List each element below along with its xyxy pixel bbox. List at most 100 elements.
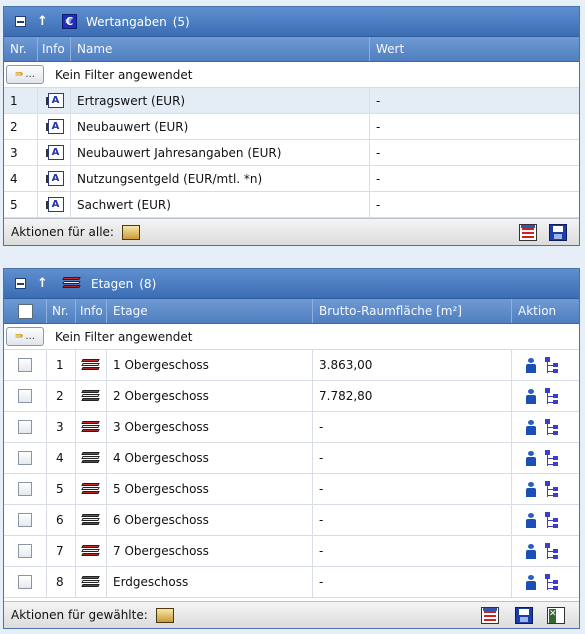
column-header-nr[interactable]: Nr. <box>4 37 38 61</box>
hierarchy-tree-icon[interactable] <box>544 419 560 435</box>
cell-select <box>4 412 47 442</box>
row-checkbox[interactable] <box>18 358 32 372</box>
floors-stack-icon[interactable] <box>81 544 101 558</box>
save-icon[interactable] <box>549 224 567 241</box>
bulk-action-icon[interactable] <box>121 224 140 240</box>
column-header-name[interactable]: Name <box>71 37 370 61</box>
grid-report-icon[interactable] <box>519 224 537 241</box>
panel-header: ↑ Etagen (8) <box>4 269 579 299</box>
info-document-icon[interactable]: A <box>45 145 64 160</box>
floors-stack-icon[interactable] <box>81 389 101 403</box>
table-row[interactable]: 2 2 Obergeschoss 7.782,80 <box>4 381 579 412</box>
hierarchy-tree-icon[interactable] <box>544 481 560 497</box>
column-header-nr[interactable]: Nr. <box>47 299 76 323</box>
person-info-icon[interactable] <box>526 543 536 559</box>
collapse-icon[interactable] <box>14 15 27 28</box>
cell-nr: 5 <box>4 192 38 217</box>
filter-button-label: ... <box>25 69 35 80</box>
row-checkbox[interactable] <box>18 451 32 465</box>
row-checkbox[interactable] <box>18 513 32 527</box>
floors-stack-icon[interactable] <box>81 451 101 465</box>
cell-info <box>76 567 107 597</box>
filter-button[interactable]: ⇛... <box>6 65 44 84</box>
table-row[interactable]: 3 3 Obergeschoss - <box>4 412 579 443</box>
floors-stack-icon[interactable] <box>81 575 101 589</box>
person-info-icon[interactable] <box>526 419 536 435</box>
cell-etage: 6 Obergeschoss <box>107 505 313 535</box>
person-info-icon[interactable] <box>526 388 536 404</box>
save-icon[interactable] <box>515 607 533 624</box>
select-all-checkbox[interactable] <box>17 303 33 319</box>
table-row[interactable]: 1 1 Obergeschoss 3.863,00 <box>4 350 579 381</box>
bulk-action-icon[interactable] <box>155 607 174 623</box>
cell-etage: 3 Obergeschoss <box>107 412 313 442</box>
info-document-icon[interactable]: A <box>45 93 64 108</box>
column-header-brutto-raumflaeche[interactable]: Brutto-Raumfläche [m²] <box>313 299 512 323</box>
cell-nr: 4 <box>4 166 38 191</box>
table-row[interactable]: 3 A Neubauwert Jahresangaben (EUR) - <box>4 140 579 166</box>
cell-select <box>4 381 47 411</box>
column-header-wert[interactable]: Wert <box>370 37 579 61</box>
floors-stack-icon[interactable] <box>81 420 101 434</box>
hierarchy-tree-icon[interactable] <box>544 574 560 590</box>
grid-report-icon[interactable] <box>481 607 499 624</box>
table-row[interactable]: 4 A Nutzungsentgeld (EUR/mtl. *n) - <box>4 166 579 192</box>
cell-flaeche: - <box>313 474 512 504</box>
hierarchy-tree-icon[interactable] <box>544 388 560 404</box>
table-row[interactable]: 5 A Sachwert (EUR) - <box>4 192 579 218</box>
cell-info: A <box>38 88 71 113</box>
etagen-table-body: 1 1 Obergeschoss 3.863,00 2 2 Obergeschoss 7.… <box>4 350 579 598</box>
hierarchy-tree-icon[interactable] <box>544 543 560 559</box>
cell-info <box>76 381 107 411</box>
person-info-icon[interactable] <box>526 357 536 373</box>
cell-flaeche: - <box>313 412 512 442</box>
person-info-icon[interactable] <box>526 450 536 466</box>
panel-count: (5) <box>172 14 190 29</box>
column-header-aktion[interactable]: Aktion <box>512 299 579 323</box>
info-document-icon[interactable]: A <box>45 171 64 186</box>
floors-stack-icon[interactable] <box>81 482 101 496</box>
person-info-icon[interactable] <box>526 512 536 528</box>
cell-nr: 4 <box>47 443 76 473</box>
excel-export-icon[interactable] <box>547 607 565 624</box>
table-row[interactable]: 2 A Neubauwert (EUR) - <box>4 114 579 140</box>
row-checkbox[interactable] <box>18 420 32 434</box>
sort-up-icon[interactable]: ↑ <box>36 277 49 290</box>
cell-name: Neubauwert (EUR) <box>71 114 370 139</box>
cell-nr: 3 <box>4 140 38 165</box>
person-info-icon[interactable] <box>526 574 536 590</box>
table-row[interactable]: 7 7 Obergeschoss - <box>4 536 579 567</box>
row-checkbox[interactable] <box>18 575 32 589</box>
sort-up-icon[interactable]: ↑ <box>36 15 49 28</box>
cell-select <box>4 567 47 597</box>
info-document-icon[interactable]: A <box>45 197 64 212</box>
cell-nr: 5 <box>47 474 76 504</box>
column-header-info[interactable]: Info <box>76 299 107 323</box>
cell-nr: 2 <box>47 381 76 411</box>
row-checkbox[interactable] <box>18 544 32 558</box>
table-row[interactable]: 4 4 Obergeschoss - <box>4 443 579 474</box>
table-row[interactable]: 1 A Ertragswert (EUR) - <box>4 88 579 114</box>
collapse-icon[interactable] <box>14 277 27 290</box>
filter-button-label: ... <box>25 331 35 342</box>
floors-stack-icon <box>62 277 82 290</box>
cell-name: Ertragswert (EUR) <box>71 88 370 113</box>
hierarchy-tree-icon[interactable] <box>544 357 560 373</box>
person-info-icon[interactable] <box>526 481 536 497</box>
row-checkbox[interactable] <box>18 389 32 403</box>
table-row[interactable]: 8 Erdgeschoss - <box>4 567 579 598</box>
hierarchy-tree-icon[interactable] <box>544 450 560 466</box>
table-row[interactable]: 5 5 Obergeschoss - <box>4 474 579 505</box>
column-header-etage[interactable]: Etage <box>107 299 313 323</box>
floors-stack-icon[interactable] <box>81 513 101 527</box>
table-row[interactable]: 6 6 Obergeschoss - <box>4 505 579 536</box>
floors-stack-icon[interactable] <box>81 358 101 372</box>
column-header-row: Nr. Info Name Wert <box>4 37 579 62</box>
cell-name: Sachwert (EUR) <box>71 192 370 217</box>
row-checkbox[interactable] <box>18 482 32 496</box>
info-document-icon[interactable]: A <box>45 119 64 134</box>
cell-flaeche: 7.782,80 <box>313 381 512 411</box>
column-header-info[interactable]: Info <box>38 37 71 61</box>
hierarchy-tree-icon[interactable] <box>544 512 560 528</box>
filter-button[interactable]: ⇛... <box>6 327 44 346</box>
